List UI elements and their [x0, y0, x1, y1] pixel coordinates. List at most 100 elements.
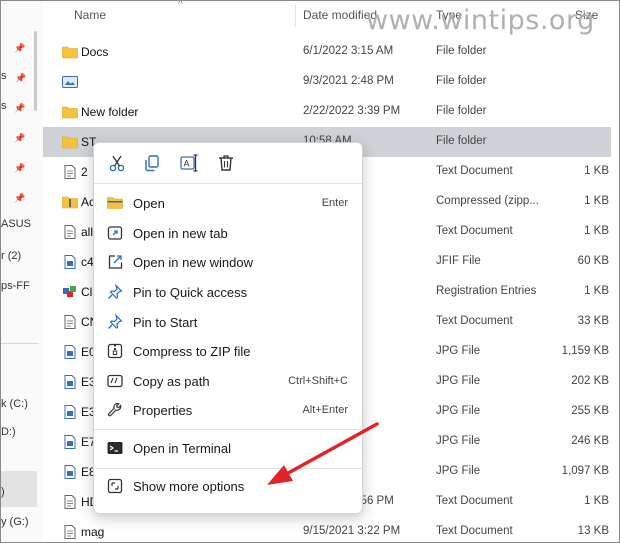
file-type: Registration Entries [436, 285, 537, 297]
pin-icon [106, 313, 124, 331]
column-name[interactable]: Name [74, 8, 106, 22]
file-explorer-window: 📌 s 📌 s 📌 📌 📌 📌 ASUS r (2) ps-FF k (C:) … [0, 0, 620, 543]
image-file-icon [62, 465, 78, 479]
nav-item[interactable]: ASUS [1, 217, 35, 231]
file-date-modified: 9/15/2021 3:22 PM [303, 525, 401, 537]
column-divider[interactable] [295, 5, 296, 27]
new-window-icon [106, 253, 124, 271]
file-name: c4 [81, 255, 94, 269]
menu-item-label: Copy as path [133, 374, 210, 389]
file-type: JPG File [436, 375, 481, 387]
nav-item-drive[interactable]: D:) [1, 425, 35, 439]
menu-item-pin-to-quick-access[interactable]: Pin to Quick access [98, 277, 358, 307]
file-type: JPG File [436, 345, 481, 357]
nav-divider [1, 343, 39, 344]
file-size: 60 KB [577, 255, 609, 267]
menu-item-open-in-terminal[interactable]: Open in Terminal [98, 433, 358, 463]
menu-item-compress-to-zip-file[interactable]: Compress to ZIP file [98, 336, 358, 366]
menu-item-show-more-options[interactable]: Show more options [98, 471, 358, 501]
pin-icon [106, 283, 124, 301]
file-size: 1 KB [584, 195, 609, 207]
text-file-icon [62, 525, 78, 539]
nav-item-drive[interactable]: k (C:) [1, 397, 35, 411]
pin-icon: 📌 [14, 193, 26, 203]
menu-item-copy-as-path[interactable]: Copy as path Ctrl+Shift+C [98, 366, 358, 396]
rename-button[interactable]: A [178, 152, 200, 174]
table-row[interactable]: 9/3/2021 2:48 PM File folder [43, 67, 611, 97]
menu-item-shortcut: Ctrl+Shift+C [288, 375, 348, 387]
file-type: Text Document [436, 525, 513, 537]
menu-item-label: Properties [133, 403, 193, 418]
table-row[interactable]: Docs 6/1/2022 3:15 AM File folder [43, 37, 611, 67]
file-type: JPG File [436, 405, 481, 417]
zip-icon [106, 342, 124, 360]
menu-item-open-in-new-tab[interactable]: Open in new tab [98, 218, 358, 248]
file-size: 1 KB [584, 165, 609, 177]
menu-item-shortcut: Enter [321, 197, 348, 209]
menu-item-label: Open in new window [133, 255, 253, 270]
file-name: Docs [81, 45, 109, 59]
folder-icon [62, 135, 78, 149]
file-type: File folder [436, 105, 487, 117]
file-size: 1 KB [584, 285, 609, 297]
cut-button[interactable] [106, 152, 128, 174]
file-type: Text Document [436, 495, 513, 507]
pin-icon: 📌 [14, 103, 26, 113]
file-name: New folder [81, 105, 139, 119]
file-date-modified: 6/1/2022 3:15 AM [303, 45, 394, 57]
file-size: 1 KB [584, 225, 609, 237]
sort-ascending-icon: ^ [178, 0, 183, 10]
file-type: Text Document [436, 315, 513, 327]
table-row[interactable]: mag 9/15/2021 3:22 PM Text Document 13 KB [43, 517, 611, 542]
menu-item-label: Pin to Quick access [133, 285, 248, 300]
folder-icon [62, 105, 78, 119]
menu-item-label: Open in new tab [133, 226, 228, 241]
image-file-icon [62, 405, 78, 419]
file-type: Compressed (zipp... [436, 195, 539, 207]
nav-item-drive[interactable]: ) [1, 485, 35, 499]
nav-item[interactable]: r (2) [1, 249, 35, 263]
file-date-modified: 2/22/2022 3:39 PM [303, 105, 401, 117]
nav-item[interactable]: ps-FF [1, 279, 35, 293]
menu-item-properties[interactable]: Properties Alt+Enter [98, 395, 358, 425]
file-size: 1 KB [584, 495, 609, 507]
rename-icon: A [180, 154, 198, 172]
menu-item-open[interactable]: Open Enter [98, 188, 358, 218]
image-file-icon [62, 255, 78, 269]
delete-button[interactable] [215, 152, 237, 174]
file-size: 1,159 KB [561, 345, 609, 357]
delete-icon [219, 155, 233, 171]
table-row[interactable]: New folder 2/22/2022 3:39 PM File folder [43, 97, 611, 127]
file-type: File folder [436, 135, 487, 147]
menu-item-label: Open in Terminal [133, 441, 232, 456]
nav-item-drive[interactable]: y (G:) [1, 515, 35, 529]
file-name: mag [81, 525, 105, 539]
file-size: 33 KB [577, 315, 609, 327]
menu-item-label: Show more options [133, 479, 245, 494]
new-tab-icon [106, 224, 124, 242]
copy-path-icon [106, 372, 124, 390]
copy-button[interactable] [141, 152, 163, 174]
file-type: JFIF File [436, 255, 481, 267]
file-type: Text Document [436, 165, 513, 177]
file-name: 2 [81, 165, 88, 179]
file-size: 255 KB [571, 405, 609, 417]
menu-divider [94, 429, 362, 430]
menu-item-pin-to-start[interactable]: Pin to Start [98, 307, 358, 337]
registry-file-icon [62, 285, 78, 299]
text-file-icon [62, 495, 78, 509]
file-type: JPG File [436, 435, 481, 447]
menu-item-label: Pin to Start [133, 315, 198, 330]
menu-item-open-in-new-window[interactable]: Open in new window [98, 247, 358, 277]
pin-icon: 📌 [14, 43, 26, 53]
navigation-pane: 📌 s 📌 s 📌 📌 📌 📌 ASUS r (2) ps-FF k (C:) … [1, 1, 43, 542]
file-size: 246 KB [571, 435, 609, 447]
zip-folder-icon [62, 195, 78, 209]
image-file-icon [62, 345, 78, 359]
file-type: Text Document [436, 225, 513, 237]
file-type: File folder [436, 75, 487, 87]
pin-icon: 📌 [14, 133, 26, 143]
file-size: 202 KB [571, 375, 609, 387]
context-menu: A Open Enter Open in new tab Open in new wi… [93, 142, 363, 514]
image-file-icon [62, 435, 78, 449]
